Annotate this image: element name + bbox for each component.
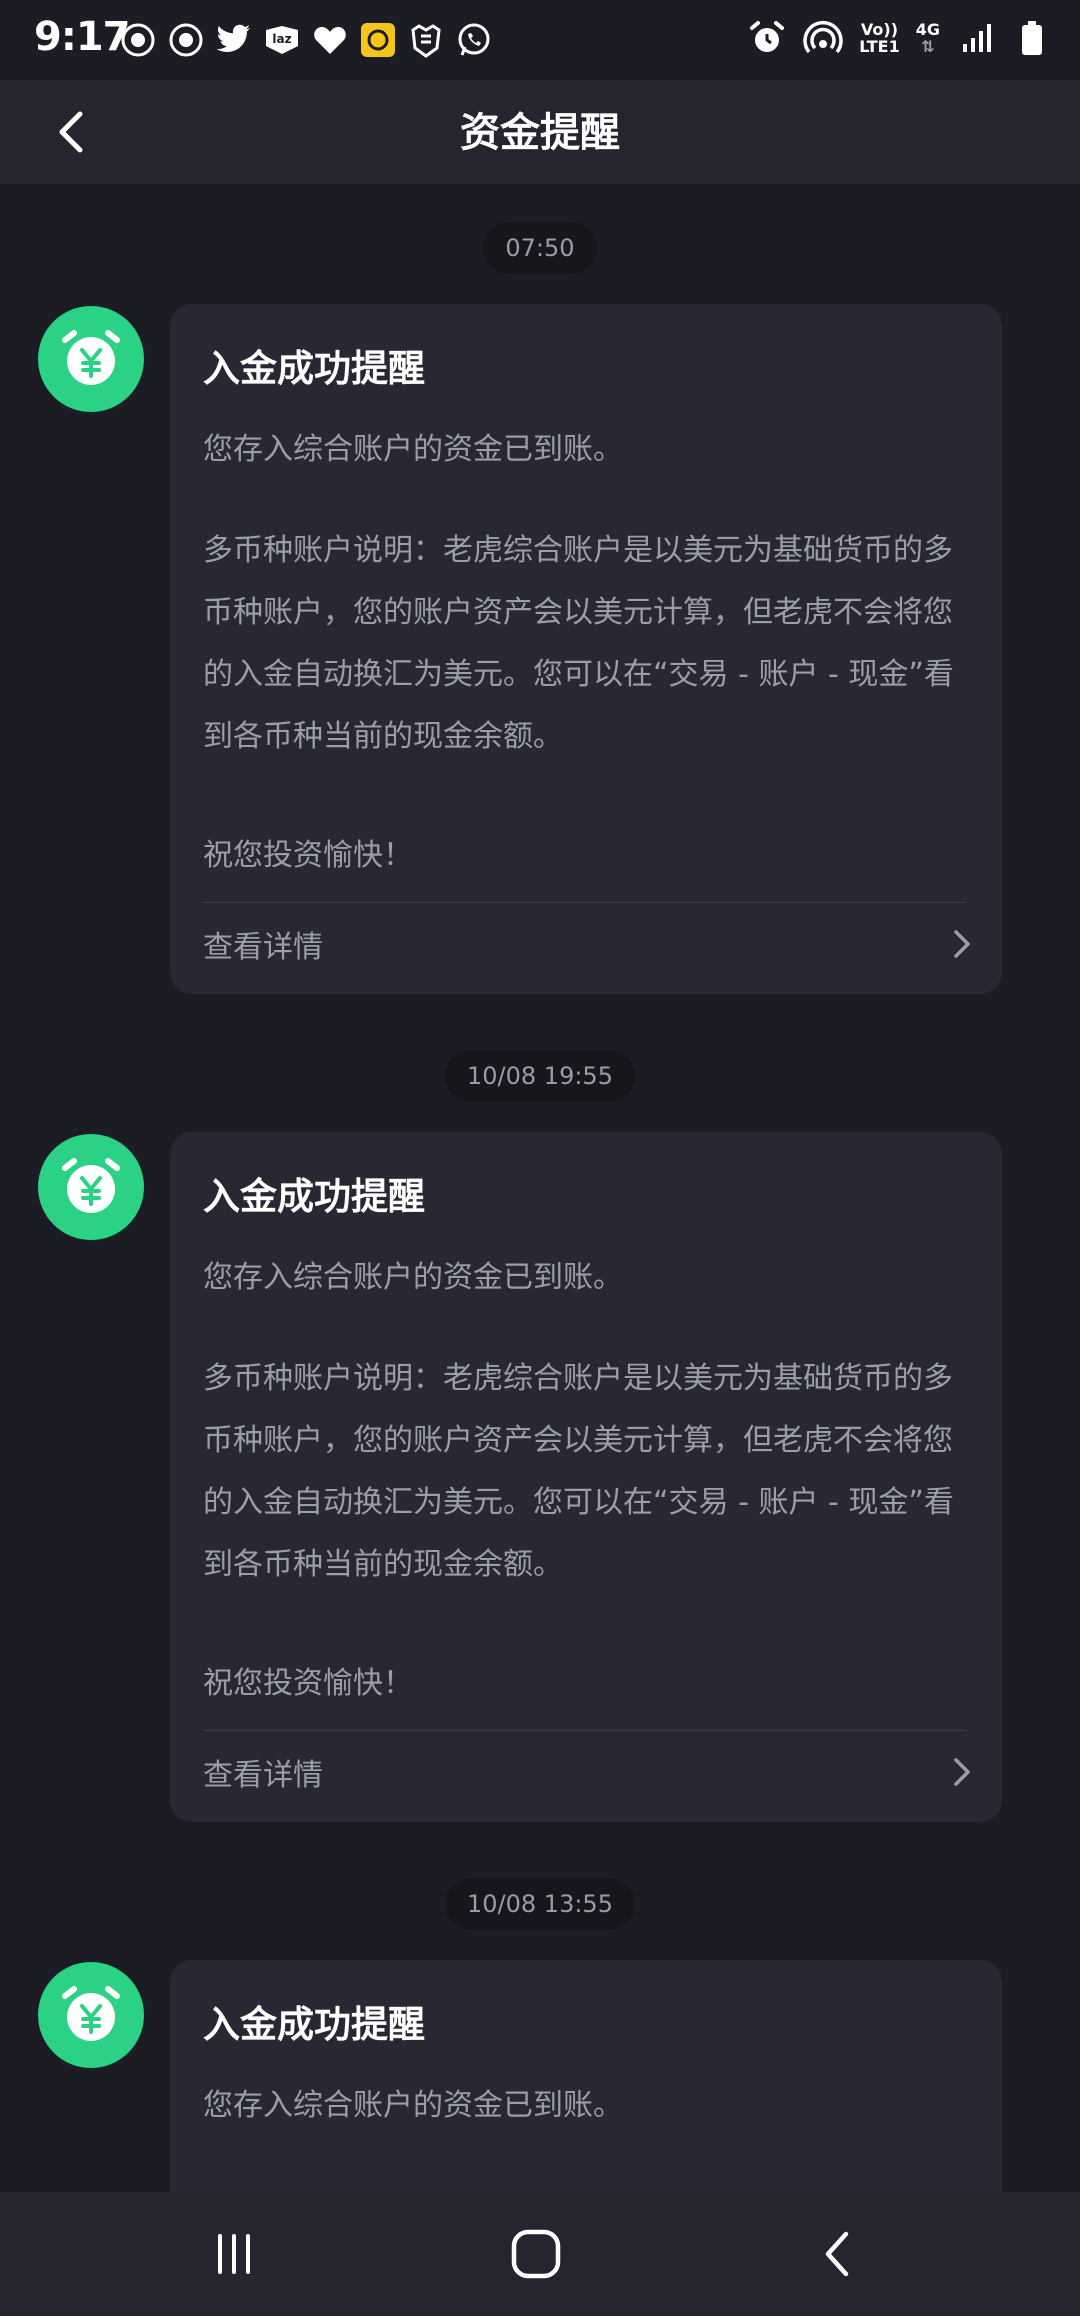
status-right-icons: Vo)) LTE1 4G ⇅ xyxy=(747,18,1052,58)
recent-apps-button[interactable] xyxy=(202,2222,266,2286)
divider xyxy=(203,1730,966,1731)
divider xyxy=(203,902,966,903)
page-title: 资金提醒 xyxy=(460,110,620,156)
message-title: 入金成功提醒 xyxy=(203,2003,425,2046)
recent-apps-icon xyxy=(218,2234,250,2274)
view-details-label: 查看详情 xyxy=(203,1758,323,1793)
whatsapp-icon xyxy=(454,20,494,60)
chevron-right-icon xyxy=(954,1758,970,1786)
message-line: 您存入综合账户的资金已到账。 xyxy=(203,432,623,467)
chevron-right-icon xyxy=(954,930,970,958)
message-list[interactable]: 07:50 入金成功提醒 您存入综合账户的资金已到账。 多币种账户说明：老虎综合… xyxy=(0,184,1080,2192)
back-nav-button[interactable] xyxy=(806,2222,870,2286)
message-title: 入金成功提醒 xyxy=(203,347,425,390)
message-line: 您存入综合账户的资金已到账。 xyxy=(203,2088,623,2123)
alarm-yuan-icon xyxy=(38,1134,144,1240)
message-title: 入金成功提醒 xyxy=(203,1175,425,1218)
timestamp-row: 10/08 19:55 xyxy=(0,1050,1080,1102)
view-details-label: 查看详情 xyxy=(203,930,323,965)
view-details-row[interactable]: 查看详情 xyxy=(170,1732,1002,1812)
notification-icons: laz xyxy=(118,20,494,60)
back-icon xyxy=(825,2231,849,2277)
alarm-yuan-icon xyxy=(38,1962,144,2068)
heart-icon xyxy=(310,20,350,60)
alarm-yuan-icon xyxy=(38,306,144,412)
message-closing: 祝您投资愉快！ xyxy=(203,838,413,873)
battery-icon xyxy=(1012,18,1052,58)
notification-icon xyxy=(118,20,158,60)
message-card[interactable]: 入金成功提醒 您存入综合账户的资金已到账。 多币种账户说明：老虎综合账户是以美元… xyxy=(170,304,1002,994)
twitter-icon xyxy=(214,20,254,60)
data-arrows-icon: ⇅ xyxy=(921,37,935,56)
network-type: 4G ⇅ xyxy=(915,20,940,56)
volte-indicator: Vo)) LTE1 xyxy=(859,20,900,56)
header: 资金提醒 xyxy=(0,80,1080,184)
notification-icon xyxy=(166,20,206,60)
system-nav-bar xyxy=(0,2192,1080,2316)
message-timestamp: 10/08 19:55 xyxy=(445,1050,635,1102)
message-paragraph: 多币种账户说明：老虎综合账户是以美元为基础货币的多币种账户，您的账户资产会以美元… xyxy=(203,1361,954,1582)
signal-icon xyxy=(956,18,996,58)
message-closing: 祝您投资愉快！ xyxy=(203,1666,413,1701)
lazada-icon: laz xyxy=(262,20,302,60)
home-button[interactable] xyxy=(504,2222,568,2286)
alarm-icon xyxy=(747,18,787,58)
app-icon xyxy=(358,20,398,60)
message-card[interactable]: 入金成功提醒 您存入综合账户的资金已到账。 xyxy=(170,1960,1002,2192)
message-timestamp: 07:50 xyxy=(483,222,597,274)
app-icon xyxy=(406,20,446,60)
timestamp-row: 10/08 13:55 xyxy=(0,1878,1080,1930)
view-details-row[interactable]: 查看详情 xyxy=(170,904,1002,984)
svg-text:laz: laz xyxy=(272,32,291,46)
message-paragraph: 多币种账户说明：老虎综合账户是以美元为基础货币的多币种账户，您的账户资产会以美元… xyxy=(203,533,954,754)
hotspot-icon xyxy=(803,18,843,58)
status-time: 9:17 xyxy=(34,14,130,60)
status-bar: 9:17 laz Vo)) LTE1 4G ⇅ xyxy=(0,0,1080,80)
message-card[interactable]: 入金成功提醒 您存入综合账户的资金已到账。 多币种账户说明：老虎综合账户是以美元… xyxy=(170,1132,1002,1822)
timestamp-row: 07:50 xyxy=(0,222,1080,274)
home-icon xyxy=(511,2229,561,2279)
message-timestamp: 10/08 13:55 xyxy=(445,1878,635,1930)
message-line: 您存入综合账户的资金已到账。 xyxy=(203,1260,623,1295)
